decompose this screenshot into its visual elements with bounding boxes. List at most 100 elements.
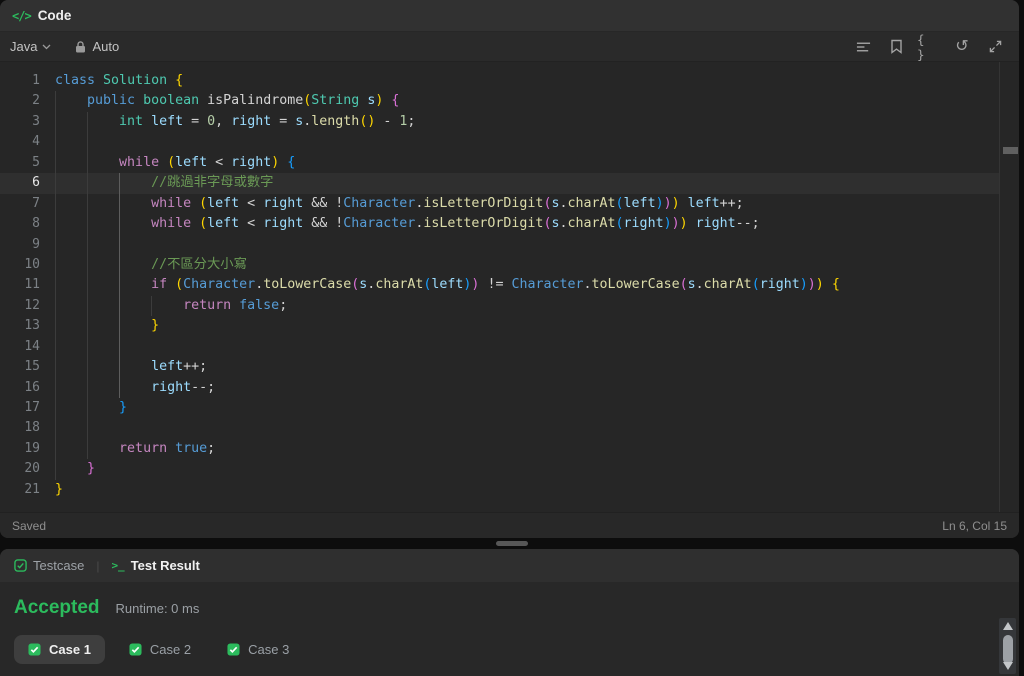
code-text: public boolean isPalindrome(String s) { — [87, 93, 400, 109]
tab-testcase[interactable]: Testcase — [14, 558, 84, 573]
line-number: 15 — [24, 359, 40, 375]
code-text: } — [87, 461, 96, 477]
check-icon — [227, 643, 240, 656]
code-line-14[interactable]: 14 — [0, 336, 999, 358]
editor-vertical-scrollbar[interactable] — [999, 62, 1019, 512]
code-text: } — [55, 481, 64, 497]
result-vertical-scrollbar[interactable] — [999, 618, 1016, 674]
language-selector[interactable]: Java — [10, 39, 51, 54]
code-lines: 1 class Solution {2 public boolean isPali… — [0, 71, 999, 500]
indent-guide — [55, 234, 56, 255]
line-number: 4 — [32, 134, 40, 150]
scroll-down-arrow-icon[interactable] — [1002, 662, 1013, 670]
code-line-16[interactable]: 16 right--; — [0, 377, 999, 398]
line-number: 5 — [32, 154, 40, 170]
case-label: Case 3 — [248, 642, 290, 657]
testcase-check-icon — [14, 559, 27, 572]
code-line-15[interactable]: 15 left++; — [0, 357, 999, 378]
braces-icon[interactable]: { } — [917, 32, 941, 62]
code-line-10[interactable]: 10 //不區分大小寫 — [0, 254, 999, 276]
autocomplete-toggle[interactable]: Auto — [75, 39, 119, 54]
panel-resize-gutter[interactable] — [0, 538, 1024, 549]
code-editor-panel: </> Code Java Auto {} ↺ 1 class Solutio… — [0, 0, 1019, 538]
code-line-12[interactable]: 12 return false; — [0, 295, 999, 317]
code-text: if (Character.toLowerCase(s.charAt(left)… — [151, 277, 840, 293]
code-editor[interactable]: 1 class Solution {2 public boolean isPali… — [0, 62, 1019, 512]
language-label: Java — [10, 39, 38, 54]
result-scrollbar-thumb[interactable] — [1002, 635, 1013, 664]
indent-guide — [55, 132, 56, 153]
code-line-11[interactable]: 11 if (Character.toLowerCase(s.charAt(le… — [0, 275, 999, 296]
code-line-1[interactable]: 1 class Solution { — [0, 71, 999, 91]
result-runtime: Runtime: 0 ms — [115, 601, 200, 616]
code-text: while (left < right) { — [119, 154, 296, 170]
code-line-8[interactable]: 8 while (left < right && !Character.isLe… — [0, 214, 999, 235]
code-text: return false; — [183, 297, 288, 313]
code-line-5[interactable]: 5 while (left < right) { — [0, 152, 999, 174]
line-number: 16 — [24, 379, 40, 395]
lock-icon — [75, 40, 86, 53]
save-status: Saved — [12, 518, 47, 533]
reset-icon[interactable]: ↺ — [950, 36, 974, 58]
code-line-3[interactable]: 3 int left = 0, right = s.length() - 1; — [0, 111, 999, 133]
indent-guide — [119, 336, 120, 358]
code-icon: </> — [12, 8, 32, 23]
leetcode-editor-app: </> Code Java Auto {} ↺ 1 class Solutio… — [0, 0, 1024, 676]
tab-divider: | — [96, 558, 100, 573]
code-text: left++; — [151, 359, 208, 375]
code-line-6[interactable]: 6 //跳過非字母或數字 — [0, 173, 999, 194]
result-status: Accepted — [14, 597, 100, 618]
cursor-position: Ln 6, Col 15 — [942, 518, 1007, 533]
result-row: Accepted Runtime: 0 ms — [14, 597, 199, 619]
format-icon[interactable] — [851, 36, 875, 58]
code-line-20[interactable]: 20 } — [0, 459, 999, 480]
panel-title: Code — [37, 8, 72, 23]
scroll-up-arrow-icon[interactable] — [1002, 622, 1013, 630]
editor-toolbar: Java Auto { } ↺ — [0, 31, 1019, 62]
expand-icon[interactable] — [983, 36, 1007, 58]
terminal-icon: >_ — [111, 559, 125, 572]
code-line-13[interactable]: 13 } — [0, 316, 999, 337]
code-text: //跳過非字母或數字 — [151, 175, 274, 191]
case-1-button[interactable]: Case 1 — [14, 635, 105, 664]
editor-scrollbar-thumb[interactable] — [1003, 147, 1018, 154]
code-line-7[interactable]: 7 while (left < right && !Character.isLe… — [0, 193, 999, 215]
tab-testcase-label: Testcase — [33, 558, 85, 573]
code-line-19[interactable]: 19 return true; — [0, 438, 999, 460]
line-number: 12 — [24, 297, 40, 313]
editor-statusbar: Saved Ln 6, Col 15 — [0, 512, 1019, 538]
test-result-body: Accepted Runtime: 0 ms Case 1 Case 2 Case … — [0, 582, 1019, 676]
check-icon — [129, 643, 142, 656]
cases-row: Case 1 Case 2 Case 3 — [14, 635, 301, 664]
code-line-18[interactable]: 18 — [0, 418, 999, 439]
tab-test-result[interactable]: >_ Test Result — [111, 558, 199, 573]
code-text: class Solution { — [55, 73, 184, 88]
bottom-panel-tabs: Testcase | >_ Test Result — [0, 549, 1019, 582]
indent-guide — [87, 234, 88, 255]
code-line-4[interactable]: 4 — [0, 132, 999, 153]
line-number: 14 — [24, 338, 40, 354]
case-label: Case 2 — [149, 642, 192, 657]
case-2-button[interactable]: Case 2 — [117, 635, 203, 664]
code-line-21[interactable]: 21} — [0, 480, 999, 500]
code-line-9[interactable]: 9 — [0, 234, 999, 255]
line-number: 11 — [24, 277, 40, 293]
case-3-button[interactable]: Case 3 — [215, 635, 301, 664]
line-number: 17 — [24, 400, 40, 415]
indent-guide — [87, 418, 88, 439]
code-text: int left = 0, right = s.length() - 1; — [119, 113, 416, 129]
line-number: 7 — [32, 195, 40, 211]
bookmark-icon[interactable] — [884, 36, 908, 58]
panel-resize-handle[interactable] — [496, 541, 528, 546]
code-text: } — [151, 318, 160, 334]
line-number: 18 — [24, 420, 40, 436]
indent-guide — [55, 336, 56, 358]
code-line-2[interactable]: 2 public boolean isPalindrome(String s) … — [0, 91, 999, 112]
line-number: 10 — [24, 256, 40, 272]
line-number: 3 — [32, 113, 40, 129]
line-number: 2 — [32, 93, 40, 109]
case-label: Case 1 — [49, 642, 91, 657]
code-text: } — [119, 400, 128, 415]
auto-label: Auto — [92, 39, 120, 54]
code-line-17[interactable]: 17 } — [0, 398, 999, 419]
